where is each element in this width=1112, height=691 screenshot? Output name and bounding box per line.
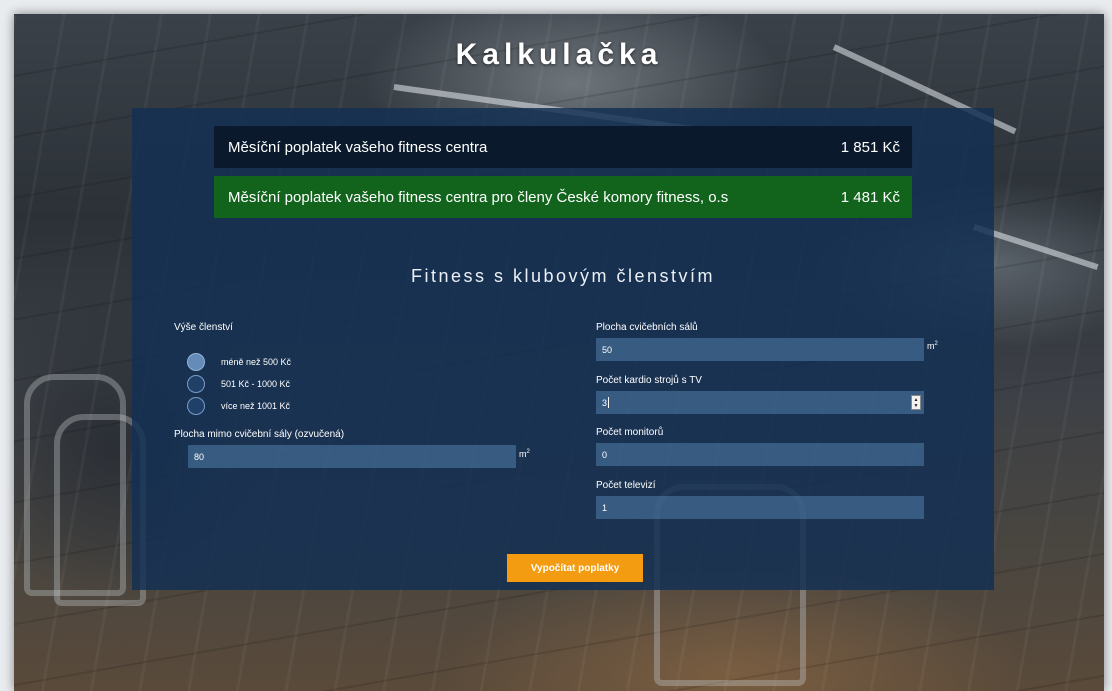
cardio-value: 3 [602,397,608,408]
section-title: Fitness s klubovým členstvím [410,266,716,286]
tvs-label: Počet televizí [596,480,656,491]
radio-button[interactable] [187,353,205,371]
cardio-label: Počet kardio strojů s TV [596,375,702,386]
monitors-input[interactable]: 0 [596,443,924,466]
area-halls-unit: m2 [927,341,938,351]
fee-label-regular: Měsíční poplatek vašeho fitness centra [228,138,488,156]
fee-value-member: 1 481 Kč [840,188,900,206]
area-outside-unit: m2 [519,449,530,459]
area-outside-label: Plocha mimo cvičební sály (ozvučená) [174,429,345,440]
area-halls-input[interactable]: 50 [596,338,924,361]
membership-option-label: více než 1001 Kč [221,401,291,411]
fee-row-member: Měsíční poplatek vašeho fitness centra p… [214,176,912,218]
calculator-panel: Měsíční poplatek vašeho fitness centra 1… [132,108,994,590]
fee-row-regular: Měsíční poplatek vašeho fitness centra 1… [214,126,912,168]
radio-button[interactable] [187,375,205,393]
radio-button[interactable] [187,397,205,415]
spinner-down-icon[interactable]: ▼ [914,403,919,409]
tvs-input[interactable]: 1 [596,496,924,519]
membership-option-2[interactable]: 501 Kč - 1000 Kč [187,375,290,393]
text-caret [608,397,610,408]
background-gym-photo: Kalkulačka Měsíční poplatek vašeho fitne… [14,14,1104,691]
membership-label: Výše členství [174,322,233,333]
membership-option-label: 501 Kč - 1000 Kč [221,379,291,389]
monitors-label: Počet monitorů [596,427,664,438]
membership-option-1[interactable]: méně než 500 Kč [187,353,291,371]
fee-value-regular: 1 851 Kč [840,138,900,156]
page-title: Kalkulačka [455,38,663,71]
fee-label-member: Měsíční poplatek vašeho fitness centra p… [228,188,729,206]
area-outside-input[interactable]: 80 [188,445,516,468]
membership-option-label: méně než 500 Kč [221,357,292,367]
membership-option-3[interactable]: více než 1001 Kč [187,397,290,415]
area-halls-label: Plocha cvičebních sálů [596,322,698,333]
calculate-button[interactable]: Vypočítat poplatky [507,554,643,582]
number-spinner[interactable]: ▲ ▼ [911,395,921,410]
cardio-input[interactable]: 3 ▲ ▼ [596,391,924,414]
